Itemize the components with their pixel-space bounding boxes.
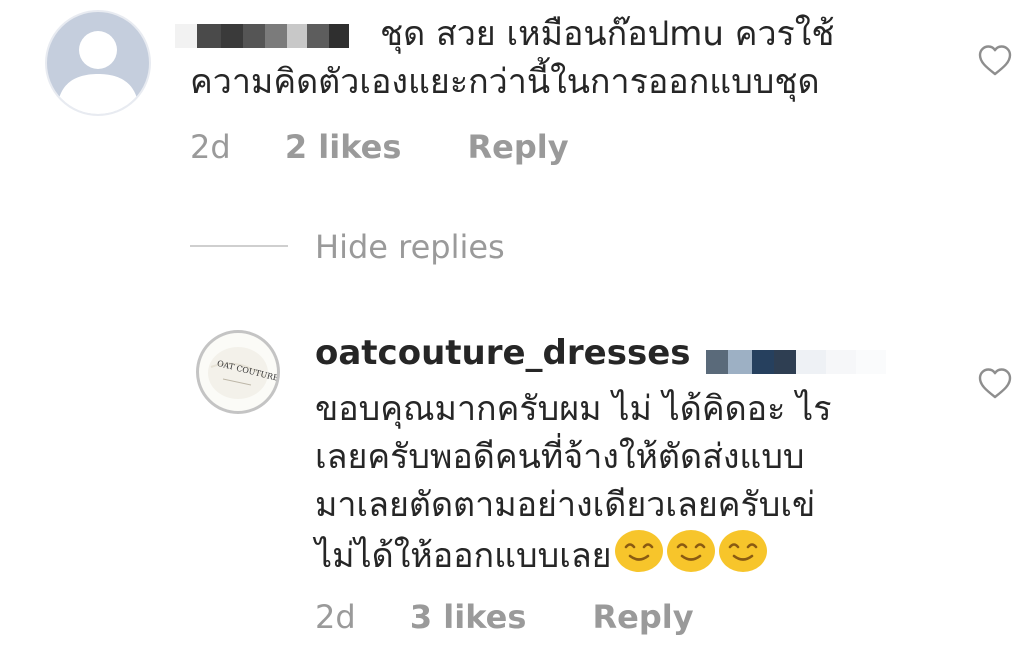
- reply-button[interactable]: Reply: [468, 128, 569, 166]
- heart-outline-icon: [978, 45, 1012, 76]
- smiling-face-emoji: [666, 530, 715, 572]
- avatar[interactable]: [45, 10, 151, 116]
- comment-time: 2d: [315, 598, 356, 636]
- comment-text-line: ความคิดตัวเองแยะกว่านี้ในการออกแบบชุด: [190, 62, 820, 102]
- comment-text-segment: ไม่ได้ให้ออกแบบเลย: [315, 536, 612, 576]
- brand-logo: OAT COUTURE: [208, 347, 277, 399]
- comment-text: ขอบคุณมากครับผม ไม่ ได้คิดอะ ไร เลยครับพ…: [315, 385, 935, 580]
- divider: [190, 245, 288, 247]
- comment-time: 2d: [190, 128, 231, 166]
- hide-replies-button[interactable]: Hide replies: [315, 228, 505, 266]
- comment-text: ชุด สวย เหมือนก๊อปmu ควรใช้ ความคิดตัวเอ…: [190, 10, 950, 106]
- likes-count[interactable]: 2 likes: [285, 128, 402, 166]
- comment-username[interactable]: oatcouture_dresses: [315, 333, 691, 373]
- smiling-face-emoji: [718, 530, 767, 572]
- redacted-text: [706, 350, 886, 374]
- avatar[interactable]: OAT COUTURE: [196, 330, 280, 414]
- like-button[interactable]: [977, 43, 1013, 83]
- comment-meta: 2d 3 likes Reply: [315, 598, 694, 636]
- heart-outline-icon: [978, 368, 1012, 399]
- likes-count[interactable]: 3 likes: [410, 598, 527, 636]
- comment-text-line: ขอบคุณมากครับผม ไม่ ได้คิดอะ ไร: [315, 389, 832, 429]
- comment-text-line: เลยครับพอดีคนที่จ้างให้ตัดส่งแบบ: [315, 437, 805, 477]
- comment-text-line: มาเลยตัดตามอย่างเดียวเลยครับเข่: [315, 485, 816, 525]
- comment-text-line: ชุด สวย เหมือนก๊อปmu ควรใช้: [380, 14, 835, 54]
- reply-button[interactable]: Reply: [593, 598, 694, 636]
- comment-meta: 2d 2 likes Reply: [190, 128, 569, 166]
- comment-text-line-last: ไม่ได้ให้ออกแบบเลย: [315, 529, 935, 580]
- default-user-icon: [57, 31, 139, 114]
- smiling-face-emoji: [614, 530, 663, 572]
- like-button[interactable]: [977, 366, 1013, 406]
